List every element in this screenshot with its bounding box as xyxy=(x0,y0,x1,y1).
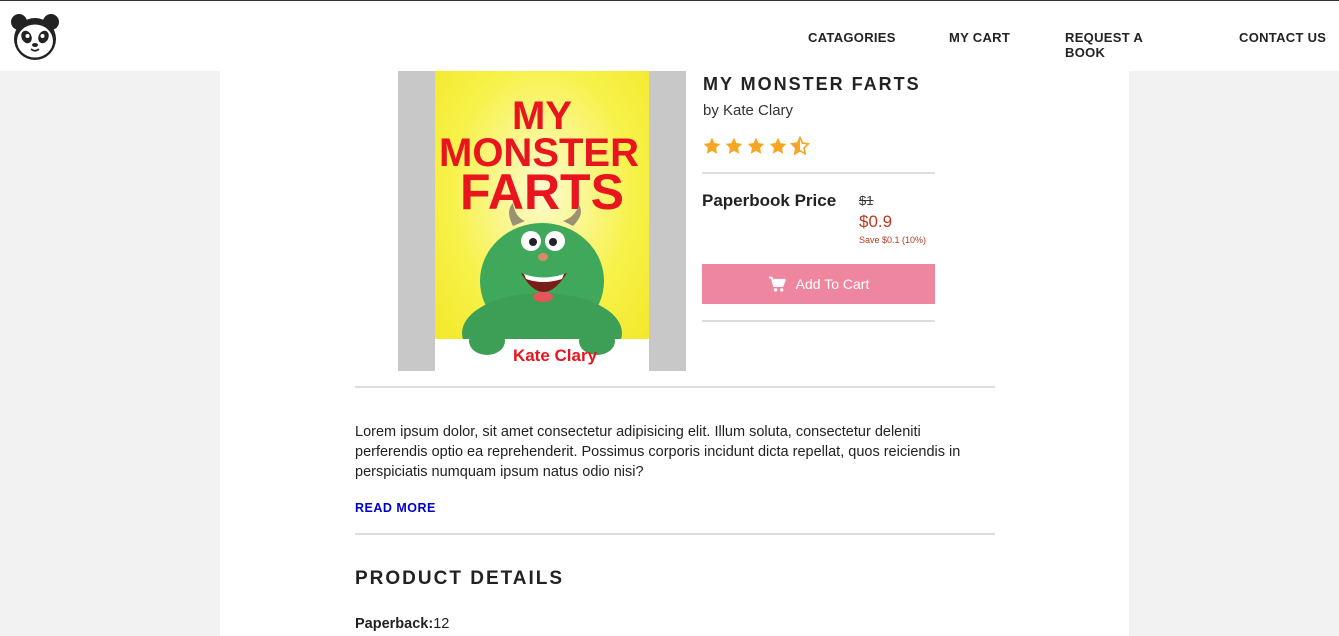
cover-title-line3: FARTS xyxy=(460,164,624,220)
detail-label: Paperback: xyxy=(355,616,434,632)
detail-row-paperback: Paperback:12 xyxy=(355,616,449,632)
book-cover-frame: MY MONSTER FARTS Kate Clary xyxy=(398,71,686,371)
star-half-icon xyxy=(790,136,810,156)
add-to-cart-label: Add To Cart xyxy=(795,276,870,292)
product-details-heading: PRODUCT DETAILS xyxy=(355,568,565,589)
star-icon xyxy=(769,137,787,154)
nav-link-categories[interactable]: CATAGORIES xyxy=(808,30,898,45)
star-icon xyxy=(703,137,721,154)
sale-price: $0.9 xyxy=(859,212,893,231)
star-icon xyxy=(725,137,743,154)
product-content: MY MONSTER FARTS Kate Clary MY MONSTER F… xyxy=(220,71,1129,636)
star-rating xyxy=(702,136,810,156)
book-description: Lorem ipsum dolor, sit amet consectetur … xyxy=(355,424,961,480)
book-author[interactable]: by Kate Clary xyxy=(703,102,793,119)
section-divider xyxy=(355,533,995,535)
divider xyxy=(702,320,935,322)
nav-link-my-cart[interactable]: MY CART xyxy=(949,30,1019,45)
book-cover-image[interactable]: MY MONSTER FARTS Kate Clary xyxy=(435,71,649,371)
nav-link-contact-us[interactable]: CONTACT US xyxy=(1239,30,1334,45)
star-icon xyxy=(747,137,765,154)
cart-icon xyxy=(768,276,786,292)
read-more-link[interactable]: READ MORE xyxy=(355,501,436,515)
panda-logo-icon[interactable] xyxy=(10,12,60,62)
price-label: Paperbook Price xyxy=(702,191,837,210)
detail-value: 12 xyxy=(433,616,450,632)
nav-link-request-book[interactable]: REQUEST A BOOK xyxy=(1065,30,1185,60)
original-price: $1 xyxy=(859,193,874,208)
savings-note: Save $0.1 (10%) xyxy=(859,235,927,245)
section-divider xyxy=(355,386,995,388)
navbar: CATAGORIES MY CART REQUEST A BOOK CONTAC… xyxy=(0,1,1339,71)
add-to-cart-button[interactable]: Add To Cart xyxy=(702,264,935,304)
divider xyxy=(702,172,935,174)
cover-author: Kate Clary xyxy=(513,346,598,365)
book-title: MY MONSTER FARTS xyxy=(703,74,921,94)
